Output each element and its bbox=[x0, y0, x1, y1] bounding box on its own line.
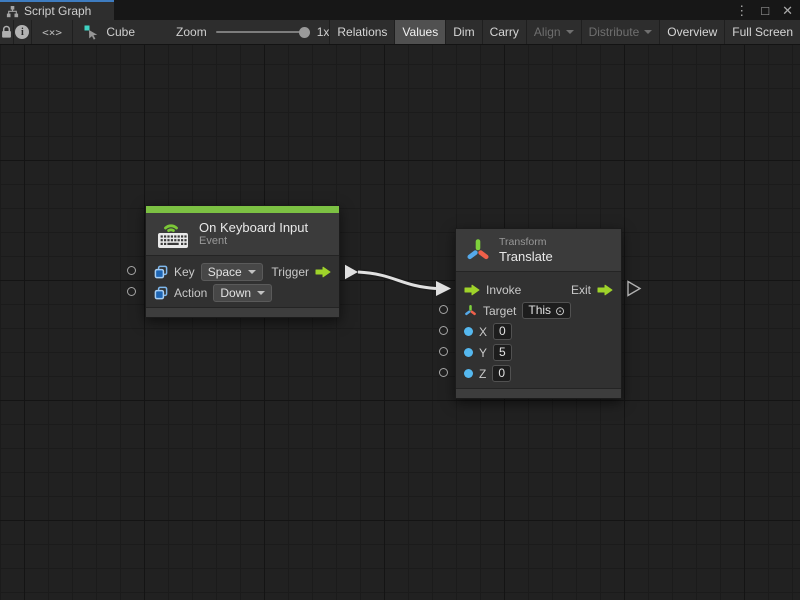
z-row: Z 0 bbox=[456, 363, 621, 384]
key-dropdown[interactable]: Space bbox=[201, 263, 263, 281]
code-icon: <×> bbox=[42, 26, 62, 39]
transform-icon bbox=[465, 237, 491, 263]
exit-label: Exit bbox=[571, 283, 591, 297]
z-value-field[interactable]: 0 bbox=[492, 365, 511, 382]
y-port[interactable] bbox=[439, 347, 448, 356]
keycode-icon bbox=[154, 265, 168, 279]
zoom-slider[interactable] bbox=[216, 31, 308, 33]
target-name: Cube bbox=[106, 25, 135, 39]
info-icon: i bbox=[15, 25, 29, 39]
cursor-icon bbox=[84, 25, 99, 40]
graph-canvas[interactable] bbox=[0, 45, 800, 600]
maximize-icon[interactable]: □ bbox=[761, 4, 769, 17]
key-label: Key bbox=[174, 265, 195, 279]
key-row: Key Space Trigger bbox=[146, 261, 339, 282]
zoom-value: 1x bbox=[317, 25, 330, 39]
target-label: Target bbox=[483, 304, 516, 318]
dim-button[interactable]: Dim bbox=[445, 20, 481, 44]
node-category: Transform bbox=[499, 236, 553, 249]
z-label: Z bbox=[479, 367, 486, 381]
object-picker-icon: ⊙ bbox=[555, 305, 565, 317]
node-footer bbox=[146, 307, 339, 317]
keyboard-icon bbox=[155, 220, 191, 249]
close-icon[interactable]: ✕ bbox=[782, 4, 793, 17]
zoom-slider-handle[interactable] bbox=[299, 27, 310, 38]
keycode-icon bbox=[154, 286, 168, 300]
chevron-down-icon bbox=[566, 30, 574, 34]
y-label: Y bbox=[479, 346, 487, 360]
chevron-down-icon bbox=[644, 30, 652, 34]
node-accent-bar bbox=[146, 206, 339, 213]
node-title: Translate bbox=[499, 249, 553, 264]
y-value-field[interactable]: 5 bbox=[493, 344, 512, 361]
node-subtitle: Event bbox=[199, 235, 308, 248]
distribute-button[interactable]: Distribute bbox=[581, 20, 660, 44]
action-dropdown[interactable]: Down bbox=[213, 284, 272, 302]
graph-toolbar: i <×> Cube Zoom 1x Relations Values Dim … bbox=[0, 20, 800, 45]
x-row: X 0 bbox=[456, 321, 621, 342]
action-label: Action bbox=[174, 286, 207, 300]
target-row: Target This ⊙ bbox=[456, 300, 621, 321]
code-view-button[interactable]: <×> bbox=[32, 20, 74, 44]
invoke-label: Invoke bbox=[486, 283, 521, 297]
relations-button[interactable]: Relations bbox=[329, 20, 394, 44]
invoke-row: Invoke Exit bbox=[456, 279, 621, 300]
y-row: Y 5 bbox=[456, 342, 621, 363]
key-port[interactable] bbox=[127, 266, 136, 275]
value-dot-icon bbox=[464, 369, 473, 378]
carry-button[interactable]: Carry bbox=[482, 20, 526, 44]
trigger-port-icon[interactable] bbox=[315, 266, 331, 278]
trigger-label: Trigger bbox=[271, 265, 309, 279]
overview-button[interactable]: Overview bbox=[659, 20, 724, 44]
tab-bar: Script Graph ⋮ □ ✕ bbox=[0, 0, 800, 20]
chevron-down-icon bbox=[248, 270, 256, 274]
chevron-down-icon bbox=[257, 291, 265, 295]
target-port[interactable] bbox=[439, 305, 448, 314]
x-port[interactable] bbox=[439, 326, 448, 335]
full-screen-button[interactable]: Full Screen bbox=[724, 20, 800, 44]
info-button[interactable]: i bbox=[14, 20, 32, 44]
x-label: X bbox=[479, 325, 487, 339]
target-indicator[interactable]: Cube bbox=[73, 20, 146, 44]
target-object-button[interactable]: This ⊙ bbox=[522, 302, 571, 319]
zoom-label: Zoom bbox=[176, 25, 207, 39]
value-dot-icon bbox=[464, 348, 473, 357]
values-button[interactable]: Values bbox=[394, 20, 445, 44]
lock-button[interactable] bbox=[0, 20, 14, 44]
align-button[interactable]: Align bbox=[526, 20, 581, 44]
x-value-field[interactable]: 0 bbox=[493, 323, 512, 340]
event-node[interactable]: On Keyboard Input Event Key Space Trigge… bbox=[145, 205, 340, 318]
action-port[interactable] bbox=[127, 287, 136, 296]
invoke-port-icon[interactable] bbox=[464, 284, 480, 296]
graph-icon bbox=[6, 5, 19, 18]
menu-icon[interactable]: ⋮ bbox=[735, 4, 748, 17]
tab-script-graph[interactable]: Script Graph bbox=[0, 0, 114, 20]
tab-title: Script Graph bbox=[24, 4, 91, 18]
transform-mini-icon bbox=[464, 304, 477, 317]
node-footer bbox=[456, 388, 621, 398]
lock-icon bbox=[0, 25, 13, 39]
action-node[interactable]: Transform Translate Invoke Exit Target bbox=[455, 228, 622, 399]
z-port[interactable] bbox=[439, 368, 448, 377]
action-row: Action Down bbox=[146, 282, 339, 303]
node-title: On Keyboard Input bbox=[199, 220, 308, 235]
value-dot-icon bbox=[464, 327, 473, 336]
exit-port-icon[interactable] bbox=[597, 284, 613, 296]
